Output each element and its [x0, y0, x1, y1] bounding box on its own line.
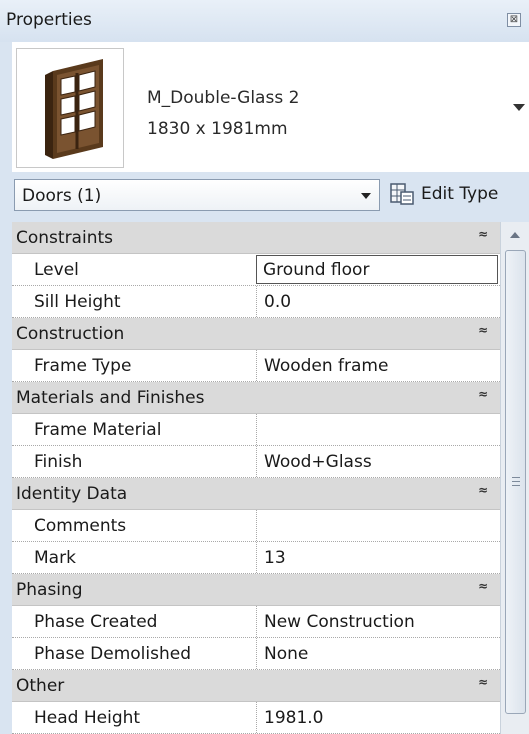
panel-title: Properties — [6, 10, 92, 30]
param-name: Mark — [34, 548, 76, 568]
group-name: Materials and Finishes — [16, 388, 205, 408]
group-header-construction[interactable]: Construction ≈ — [12, 318, 500, 350]
param-row-mark: Mark 13 — [12, 542, 500, 574]
param-value-field[interactable] — [256, 510, 500, 541]
param-value: Ground floor — [263, 260, 370, 280]
close-button[interactable]: ⊠ — [507, 13, 521, 27]
group-name: Constraints — [16, 228, 113, 248]
edit-type-icon — [390, 183, 414, 205]
type-selector[interactable]: M_Double-Glass 2 1830 x 1981mm — [12, 42, 529, 172]
collapse-icon[interactable]: ≈ — [478, 484, 488, 496]
param-value: Wood+Glass — [264, 452, 372, 472]
param-row-frame-type: Frame Type Wooden frame — [12, 350, 500, 382]
param-row-head-height: Head Height 1981.0 — [12, 702, 500, 734]
chevron-down-icon — [361, 193, 371, 199]
group-header-identity-data[interactable]: Identity Data ≈ — [12, 478, 500, 510]
param-name: Phase Demolished — [34, 644, 192, 664]
edit-type-button[interactable]: Edit Type — [388, 179, 529, 211]
param-value: 13 — [264, 548, 286, 568]
group-header-phasing[interactable]: Phasing ≈ — [12, 574, 500, 606]
param-row-sill-height: Sill Height 0.0 — [12, 286, 500, 318]
param-row-comments: Comments — [12, 510, 500, 542]
category-filter-dropdown[interactable]: Doors (1) — [14, 179, 380, 211]
param-value: 0.0 — [264, 292, 292, 312]
collapse-icon[interactable]: ≈ — [478, 676, 488, 688]
group-name: Construction — [16, 324, 125, 344]
param-value-field[interactable]: 13 — [256, 542, 500, 573]
param-value-field[interactable]: 1981.0 — [256, 702, 500, 733]
param-name: Sill Height — [34, 292, 121, 312]
instance-filter-row: Doors (1) Edit Type — [12, 176, 529, 216]
param-value-field[interactable]: None — [256, 638, 500, 669]
param-value-field[interactable]: Wood+Glass — [256, 446, 500, 477]
param-value-field[interactable]: New Construction — [256, 606, 500, 637]
category-filter-value: Doors (1) — [22, 186, 102, 206]
param-value: Wooden frame — [264, 356, 389, 376]
collapse-icon[interactable]: ≈ — [478, 388, 488, 400]
param-value-field[interactable]: Ground floor — [256, 255, 498, 284]
param-value-field[interactable]: 0.0 — [256, 286, 500, 317]
group-name: Identity Data — [16, 484, 128, 504]
param-name: Phase Created — [34, 612, 158, 632]
scroll-grip-icon — [512, 477, 520, 486]
param-value: 1981.0 — [264, 708, 324, 728]
vertical-scrollbar[interactable] — [500, 222, 529, 734]
group-header-constraints[interactable]: Constraints ≈ — [12, 222, 500, 254]
param-name: Comments — [34, 516, 127, 536]
type-dropdown-arrow-icon[interactable] — [513, 104, 525, 111]
param-row-level: Level Ground floor — [12, 254, 500, 286]
group-name: Phasing — [16, 580, 83, 600]
collapse-icon[interactable]: ≈ — [478, 324, 488, 336]
group-header-materials-and-finishes[interactable]: Materials and Finishes ≈ — [12, 382, 500, 414]
param-row-finish: Finish Wood+Glass — [12, 446, 500, 478]
type-name: M_Double-Glass 2 — [147, 88, 300, 108]
param-name: Frame Material — [34, 420, 162, 440]
param-value: None — [264, 644, 309, 664]
door-thumbnail-icon — [16, 48, 124, 168]
properties-titlebar: Properties ⊠ — [0, 0, 529, 42]
collapse-icon[interactable]: ≈ — [478, 228, 488, 240]
param-name: Finish — [34, 452, 83, 472]
collapse-icon[interactable]: ≈ — [478, 580, 488, 592]
param-value: New Construction — [264, 612, 415, 632]
param-value-field[interactable]: Wooden frame — [256, 350, 500, 381]
param-row-phase-demolished: Phase Demolished None — [12, 638, 500, 670]
scroll-thumb[interactable] — [505, 250, 526, 714]
edit-type-label: Edit Type — [421, 184, 499, 204]
group-name: Other — [16, 676, 65, 696]
type-size: 1830 x 1981mm — [147, 119, 288, 139]
param-name: Level — [34, 260, 79, 280]
group-header-other[interactable]: Other ≈ — [12, 670, 500, 702]
param-row-phase-created: Phase Created New Construction — [12, 606, 500, 638]
param-name: Head Height — [34, 708, 141, 728]
param-row-frame-material: Frame Material — [12, 414, 500, 446]
param-value-field[interactable] — [256, 414, 500, 445]
param-name: Frame Type — [34, 356, 132, 376]
scroll-up-arrow-icon[interactable] — [510, 232, 520, 238]
properties-grid: Constraints ≈ Level Ground floor Sill He… — [12, 222, 500, 734]
